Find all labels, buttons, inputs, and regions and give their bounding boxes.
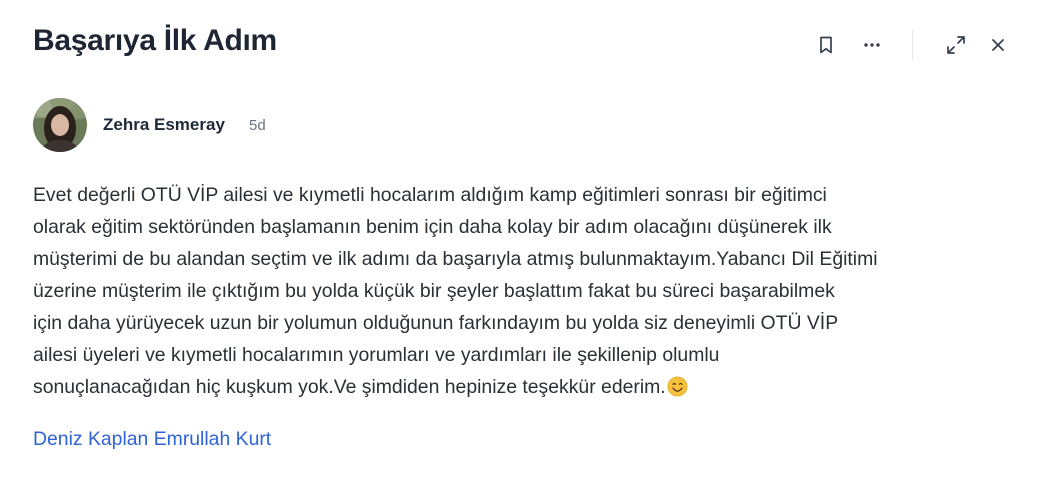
bookmark-icon [820, 36, 832, 54]
mention-link[interactable]: Emrullah Kurt [154, 428, 271, 450]
more-options-button[interactable] [859, 32, 885, 58]
more-icon [864, 43, 880, 47]
expand-button[interactable] [943, 32, 969, 58]
author-name[interactable]: Zehra Esmeray [103, 115, 225, 135]
toolbar-divider [912, 30, 913, 60]
avatar-image [33, 98, 87, 152]
mentions: Deniz Kaplan Emrullah Kurt [33, 428, 271, 451]
expand-icon [947, 36, 965, 54]
close-icon [992, 39, 1004, 51]
mention-link[interactable]: Deniz Kaplan [33, 428, 148, 450]
post-timestamp: 5d [249, 117, 266, 134]
close-button[interactable] [985, 32, 1011, 58]
post-body-text: Evet değerli OTÜ VİP ailesi ve kıymetli … [33, 184, 878, 398]
post-body: Evet değerli OTÜ VİP ailesi ve kıymetli … [33, 179, 1023, 403]
avatar[interactable] [33, 98, 87, 152]
bookmark-button[interactable] [813, 32, 839, 58]
post-title: Başarıya İlk Adım [33, 24, 277, 57]
smiling-face-emoji [667, 376, 688, 397]
